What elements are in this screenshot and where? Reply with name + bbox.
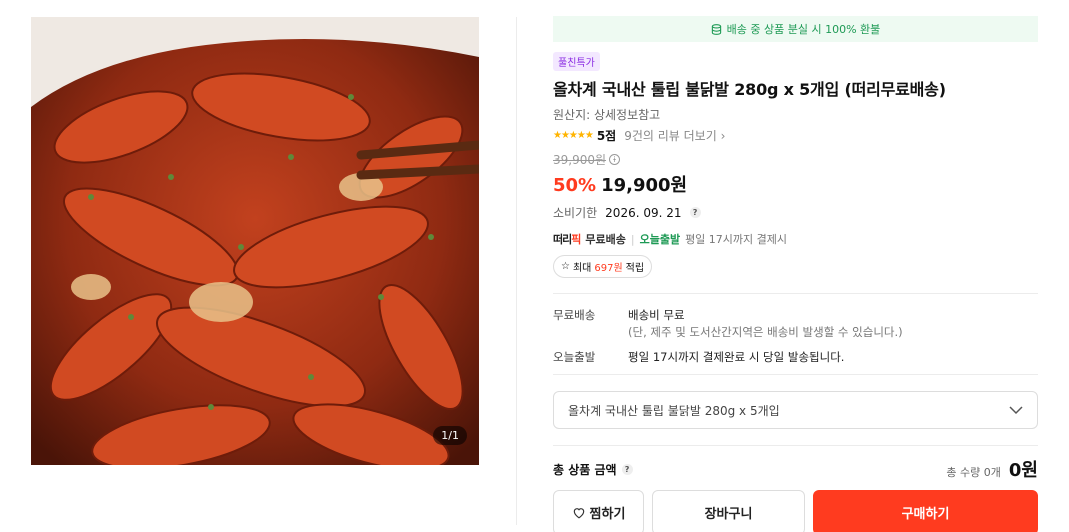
help-icon[interactable]: ? [689, 207, 701, 218]
wish-button[interactable]: 찜하기 [553, 490, 644, 532]
chevron-right-icon: › [720, 129, 726, 143]
expiry-value: 2026. 09. 21 [605, 205, 682, 220]
coin-icon: ☆ [561, 261, 570, 272]
delivery-info: 무료배송 배송비 무료 (단, 제주 및 도서산간지역은 배송비 발생할 수 있… [553, 307, 1038, 366]
delivery-row-today: 오늘출발 평일 17시까지 결제완료 시 당일 발송됩니다. [553, 350, 845, 364]
free-shipping-label: 무료배송 [585, 233, 626, 246]
chevron-down-icon [1009, 405, 1023, 414]
buy-button[interactable]: 구매하기 [813, 490, 1038, 532]
price-row: 50% 19,900원 [553, 171, 1038, 197]
total-amount: 0원 [1008, 460, 1038, 481]
heart-icon [573, 508, 584, 519]
total-qty: 총 수량 0개 [946, 466, 1001, 479]
divider [553, 293, 1038, 294]
database-icon [711, 23, 721, 35]
sale-price: 19,900원 [601, 175, 688, 196]
product-info-panel: 배송 중 상품 분실 시 100% 환불 풀친특가 올차계 국내산 툴립 불닭발… [553, 16, 1038, 532]
discount-rate: 50% [553, 175, 597, 196]
divider [516, 17, 517, 525]
stars-icon: ★★★★★ [553, 130, 594, 141]
help-icon[interactable]: ? [621, 463, 633, 475]
image-counter: 1/1 [433, 426, 467, 445]
rating-row: ★★★★★ 5점 9건의 리뷰 더보기 › [553, 127, 1038, 144]
expiry-label: 소비기한 [553, 206, 598, 220]
promo-badge: 풀친특가 [553, 52, 600, 71]
guarantee-text: 배송 중 상품 분실 시 100% 환불 [726, 23, 881, 36]
divider [553, 445, 1038, 446]
product-image[interactable]: 1/1 [31, 17, 479, 465]
expiry-row: 소비기한 2026. 09. 21 ? [553, 204, 1038, 221]
info-icon[interactable]: i [609, 154, 621, 165]
ddeori-logo: 떠리픽 [553, 233, 581, 246]
food-photo [31, 17, 479, 465]
divider [553, 374, 1038, 375]
total-row: 총 상품 금액? 총 수량 0개 0원 [553, 456, 1038, 482]
separator: | [630, 232, 635, 246]
cart-button[interactable]: 장바구니 [652, 490, 805, 532]
original-price: 39,900원 [553, 153, 607, 167]
total-label: 총 상품 금액? [553, 461, 633, 478]
action-buttons: 찜하기 장바구니 구매하기 [553, 490, 1038, 532]
guarantee-banner: 배송 중 상품 분실 시 100% 환불 [553, 16, 1038, 42]
ship-note: 평일 17시까지 결제시 [685, 233, 788, 246]
option-select[interactable]: 올차계 국내산 툴립 불닭발 280g x 5개입 [553, 391, 1038, 429]
today-ship-label: 오늘출발 [639, 233, 681, 246]
points-amount: 697원 [594, 263, 623, 274]
review-link[interactable]: 9건의 리뷰 더보기 › [624, 127, 725, 144]
delivery-row-free: 무료배송 배송비 무료 (단, 제주 및 도서산간지역은 배송비 발생할 수 있… [553, 308, 903, 339]
product-title: 올차계 국내산 툴립 불닭발 280g x 5개입 (떠리무료배송) [553, 80, 946, 99]
shipping-row: 떠리픽 무료배송 | 오늘출발 평일 17시까지 결제시 [553, 231, 1038, 247]
option-select-value: 올차계 국내산 툴립 불닭발 280g x 5개입 [568, 403, 780, 418]
origin-text: 원산지: 상세정보참고 [553, 108, 661, 122]
product-page: 1/1 배송 중 상품 분실 시 100% 환불 풀친특가 올차계 국내산 툴립… [0, 0, 1069, 532]
original-price-row: 39,900원 i [553, 151, 1038, 168]
points-badge: ☆ 최대 697원 적립 [553, 255, 653, 278]
rating-score: 5점 [596, 129, 617, 143]
